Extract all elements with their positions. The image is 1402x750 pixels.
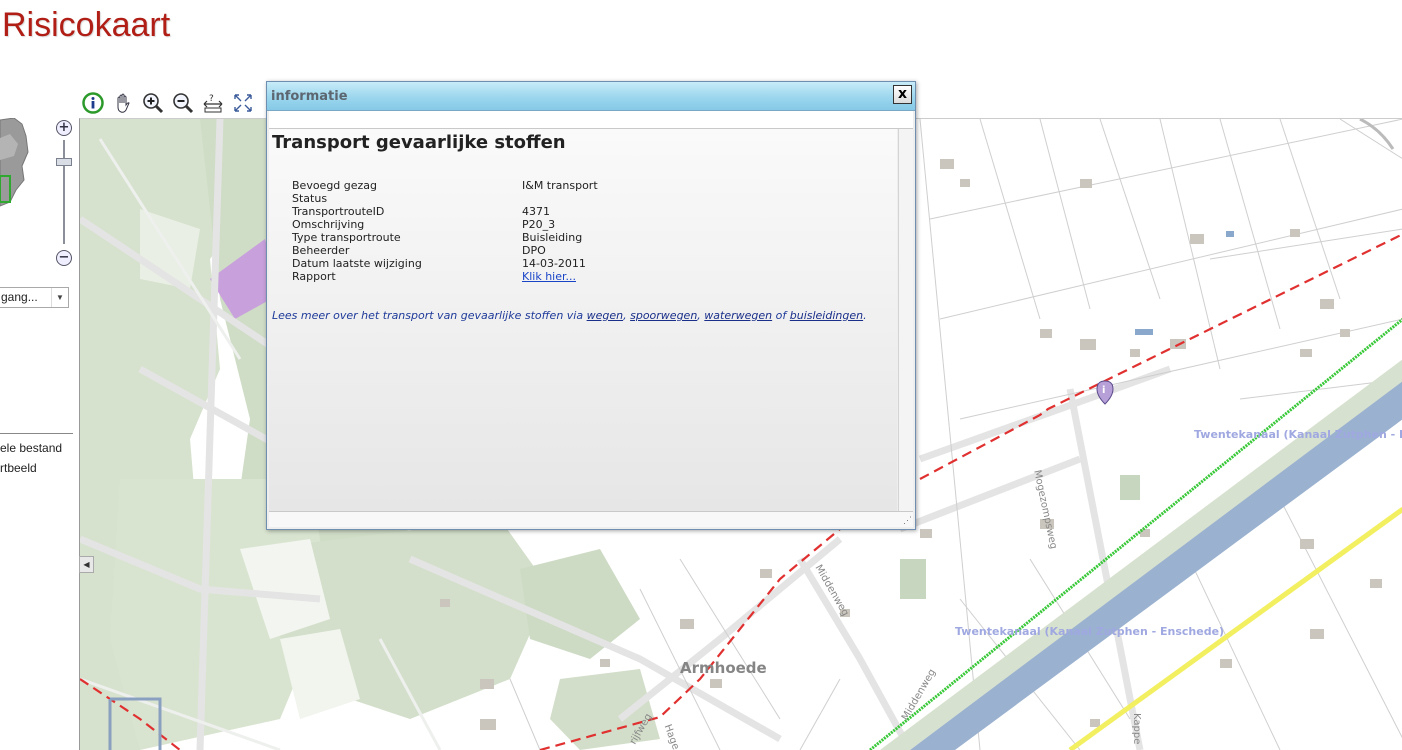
- app-title: Risicokaart: [2, 6, 171, 44]
- info-row: Beheerder DPO: [292, 244, 598, 257]
- canal-label-2: Twentekanaal (Kanaal Zutphen - Enschede): [955, 625, 1225, 638]
- info-row: TransportrouteID 4371: [292, 205, 598, 218]
- info-row: Rapport Klik hier...: [292, 270, 598, 283]
- field-value: I&M transport: [522, 179, 598, 192]
- sidebar-divider: [0, 433, 73, 434]
- field-value: [522, 192, 598, 205]
- info-row: Type transportroute Buisleiding: [292, 231, 598, 244]
- link-wegen[interactable]: wegen: [587, 309, 624, 322]
- dialog-body: Transport gevaarlijke stoffen Bevoegd ge…: [269, 129, 897, 512]
- road-label-kappe: Kappe: [1131, 713, 1142, 745]
- field-label: Status: [292, 192, 328, 205]
- close-icon: x: [897, 86, 908, 102]
- pan-hand-icon[interactable]: [112, 92, 134, 114]
- info-icon[interactable]: [82, 92, 104, 114]
- dialog-toolbar-strip: [269, 111, 913, 129]
- field-label: Beheerder: [292, 244, 350, 257]
- map-toolbar: ?: [82, 90, 254, 116]
- dialog-header[interactable]: informatie x: [267, 82, 915, 111]
- info-note: Lees meer over het transport van gevaarl…: [272, 309, 867, 322]
- zoom-thumb[interactable]: [56, 158, 72, 166]
- layer-select-value: gang...: [1, 290, 38, 304]
- info-row: Status: [292, 192, 598, 205]
- info-row: Bevoegd gezag I&M transport: [292, 179, 598, 192]
- dialog-scrollbar[interactable]: [898, 129, 913, 512]
- field-value: Buisleiding: [522, 231, 583, 244]
- field-label: Datum laatste wijziging: [292, 257, 422, 270]
- resize-grip-icon[interactable]: ⋰: [900, 514, 912, 526]
- zoom-in-icon[interactable]: [142, 92, 164, 114]
- field-label: Omschrijving: [292, 218, 365, 231]
- pan-left-button[interactable]: ◀: [79, 556, 94, 573]
- link-waterwegen[interactable]: waterwegen: [704, 309, 772, 322]
- info-dialog: informatie x Transport gevaarlijke stoff…: [266, 81, 916, 530]
- zoom-out-icon[interactable]: [172, 92, 194, 114]
- link-spoorwegen[interactable]: spoorwegen: [630, 309, 697, 322]
- field-value: 14-03-2011: [522, 257, 586, 270]
- dialog-footer: ⋰: [269, 511, 913, 527]
- sidebar-link-kaartbeeld[interactable]: rtbeeld: [0, 461, 37, 475]
- info-table: Bevoegd gezag I&M transport Status Transp…: [292, 179, 598, 283]
- info-row: Omschrijving P20_3: [292, 218, 598, 231]
- link-buisleidingen[interactable]: buisleidingen: [790, 309, 863, 322]
- canal-label-1: Twentekanaal (Kanaal Zutphen - E: [1194, 428, 1402, 441]
- dialog-title: informatie: [271, 89, 348, 104]
- field-label: Bevoegd gezag: [292, 179, 378, 192]
- note-sep: of: [772, 309, 790, 322]
- chevron-down-icon[interactable]: ▼: [51, 288, 68, 307]
- note-suffix: .: [863, 309, 867, 322]
- layer-select[interactable]: gang... ▼: [0, 287, 69, 308]
- map-marker-icon[interactable]: i: [1096, 380, 1114, 405]
- info-heading: Transport gevaarlijke stoffen: [272, 132, 566, 153]
- sidebar-link-bestand[interactable]: ele bestand: [0, 441, 62, 455]
- svg-text:?: ?: [209, 94, 214, 104]
- close-button[interactable]: x: [893, 85, 912, 104]
- zoom-out-button[interactable]: −: [56, 250, 72, 266]
- zoom-in-button[interactable]: +: [56, 120, 72, 136]
- overview-map[interactable]: [0, 117, 30, 208]
- svg-text:i: i: [1102, 385, 1105, 396]
- field-value: 4371: [522, 205, 550, 218]
- note-prefix: Lees meer over het transport van gevaarl…: [272, 309, 587, 322]
- place-label: Armhoede: [680, 659, 767, 677]
- zoom-slider[interactable]: + −: [56, 118, 74, 268]
- rapport-link[interactable]: Klik hier...: [522, 270, 576, 283]
- zoom-track[interactable]: [63, 140, 65, 244]
- field-label: TransportrouteID: [292, 205, 385, 218]
- field-value: P20_3: [522, 218, 556, 231]
- field-label: Rapport: [292, 270, 336, 283]
- field-value: DPO: [522, 244, 546, 257]
- measure-icon[interactable]: ?: [202, 92, 224, 114]
- full-extent-icon[interactable]: [232, 92, 254, 114]
- field-label: Type transportroute: [292, 231, 401, 244]
- info-row: Datum laatste wijziging 14-03-2011: [292, 257, 598, 270]
- arrow-left-icon: ◀: [83, 560, 90, 569]
